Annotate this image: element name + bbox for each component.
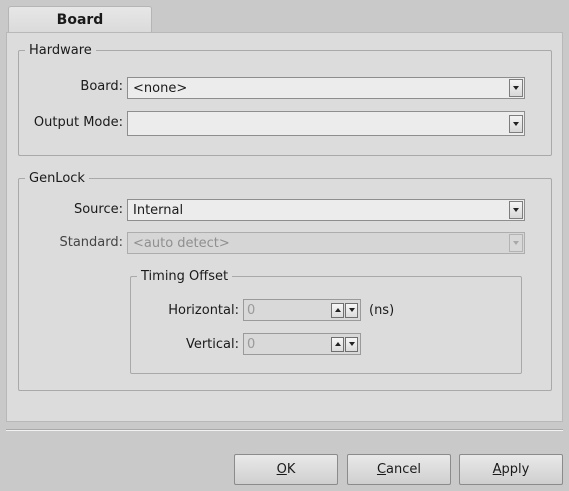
output-mode-select[interactable] [127,111,525,136]
arrow-down-icon[interactable] [345,336,358,352]
hardware-group: Hardware [18,43,552,156]
board-label: Board: [80,79,123,94]
vertical-spinner[interactable]: 0 [243,333,361,355]
chevron-down-icon[interactable] [509,201,523,219]
timing-offset-legend: Timing Offset [141,269,229,284]
board-panel: Hardware Board: <none> Output Mode: GenL… [6,32,563,422]
apply-mnemonic: A [492,462,502,477]
output-mode-label: Output Mode: [33,115,123,130]
cancel-button[interactable]: Cancel [347,454,451,485]
hardware-legend: Hardware [29,43,92,58]
tab-board[interactable]: Board [8,6,152,33]
ok-label-rest: K [286,462,296,477]
board-select[interactable]: <none> [127,77,525,99]
horizontal-label: Horizontal: [168,303,239,318]
ok-mnemonic: O [276,462,287,477]
vertical-label: Vertical: [185,337,239,352]
chevron-down-icon[interactable] [509,79,523,97]
timing-offset-group: Timing Offset [130,269,522,374]
arrow-down-icon[interactable] [345,302,358,318]
arrow-up-icon[interactable] [331,336,344,352]
horizontal-unit: (ns) [369,303,395,318]
source-select[interactable]: Internal [127,199,525,221]
apply-button[interactable]: Apply [459,454,563,485]
chevron-down-icon[interactable] [509,114,523,133]
ok-button[interactable]: OK [234,454,338,485]
genlock-legend: GenLock [29,171,85,186]
horizontal-value: 0 [247,302,256,318]
vertical-value: 0 [247,336,256,352]
arrow-up-icon[interactable] [331,302,344,318]
chevron-down-icon[interactable] [509,234,523,252]
cancel-label-rest: ancel [386,462,422,477]
board-select-value: <none> [133,80,188,96]
source-select-value: Internal [133,202,184,218]
standard-select[interactable]: <auto detect> [127,232,525,254]
standard-select-value: <auto detect> [133,235,230,251]
cancel-mnemonic: C [376,462,387,477]
horizontal-spinner[interactable]: 0 [243,299,361,321]
source-label: Source: [73,202,123,217]
apply-label-rest: pply [501,462,530,477]
standard-label: Standard: [59,235,123,250]
footer-divider [6,429,563,431]
